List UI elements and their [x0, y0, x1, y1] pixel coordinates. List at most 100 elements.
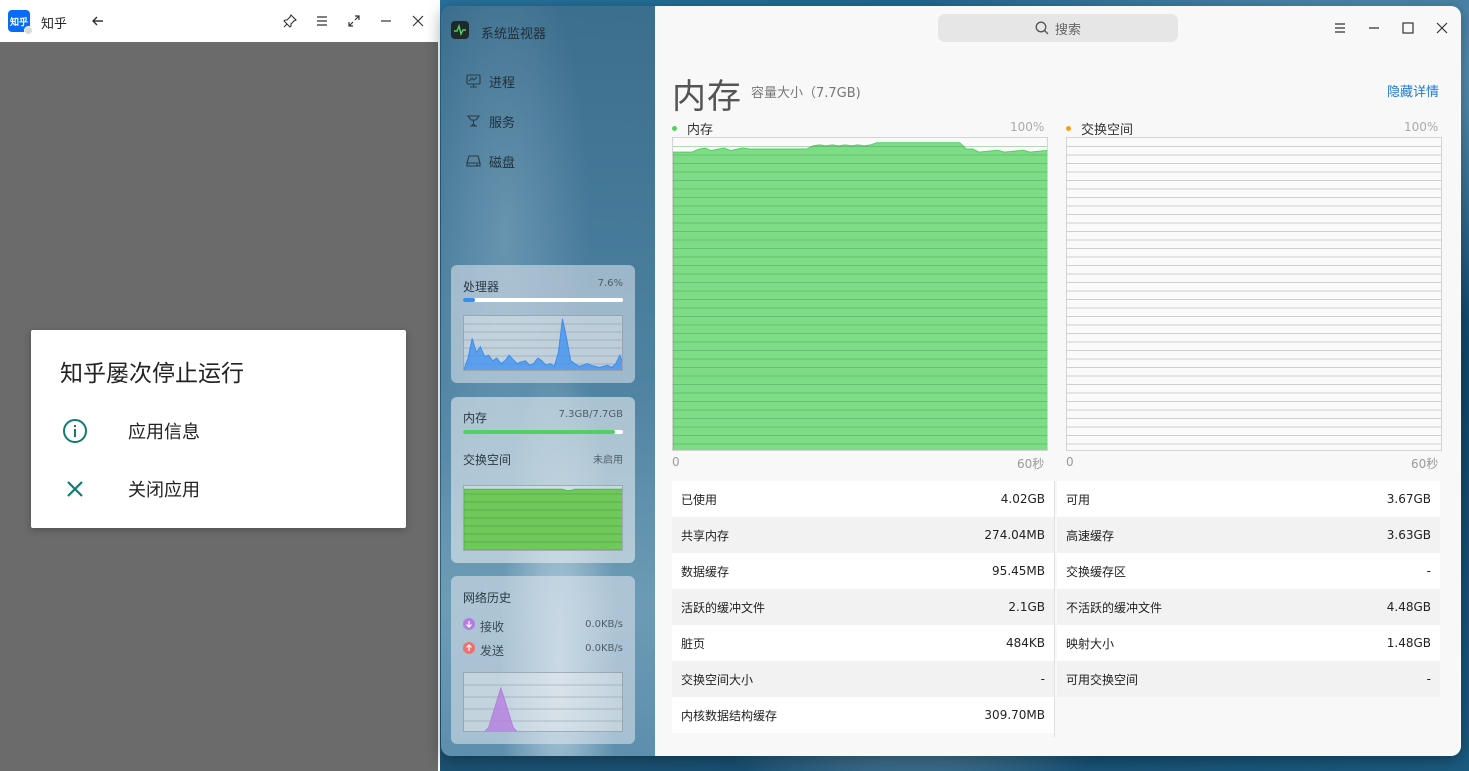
- close-window-icon[interactable]: [407, 10, 429, 32]
- stats-divider: [1054, 481, 1055, 737]
- close-icon: [62, 476, 88, 502]
- memory-legend-label: 内存: [687, 123, 714, 138]
- system-monitor-window: 系统监视器 进程 服务 磁盘 处理器 7.6% 内存 7.3GB/7.7GB 交…: [441, 6, 1461, 756]
- sidebar: 系统监视器 进程 服务 磁盘 处理器 7.6% 内存 7.3GB/7.7GB 交…: [441, 6, 655, 756]
- stat-value: 274.04MB: [898, 517, 1054, 553]
- back-arrow-icon[interactable]: [87, 10, 109, 32]
- process-icon: [465, 73, 481, 89]
- stat-value: 3.63GB: [1304, 517, 1440, 553]
- memory-card[interactable]: 内存 7.3GB/7.7GB 交换空间 未启用: [451, 397, 635, 563]
- minimize-icon[interactable]: [1362, 16, 1386, 40]
- upload-arrow-icon: [463, 642, 475, 654]
- fullscreen-icon[interactable]: [343, 10, 365, 32]
- stat-value: 3.67GB: [1304, 481, 1440, 517]
- cpu-card-value: 7.6%: [597, 278, 623, 289]
- stat-row: 已使用 4.02GB: [672, 481, 1054, 517]
- stat-value: 1.48GB: [1304, 625, 1440, 661]
- receive-label: 接收: [480, 620, 505, 634]
- swap-card-title: 交换空间: [463, 453, 512, 467]
- main-panel: 搜索 内存 容量大小（7.7GB) 隐藏详情 内存 100% 0 60秒 交换空…: [655, 6, 1461, 756]
- stat-label: 不活跃的缓冲文件: [1057, 589, 1305, 625]
- page-subtitle: 容量大小（7.7GB): [751, 86, 861, 101]
- memory-graph-legend: 内存: [672, 119, 713, 138]
- stat-label: 交换缓存区: [1057, 553, 1305, 589]
- stat-row: 内核数据结构缓存 309.70MB: [672, 697, 1054, 733]
- memory-graph-x-end: 60秒: [1017, 457, 1045, 471]
- sidebar-item-label: 进程: [489, 75, 516, 91]
- send-label: 发送: [480, 644, 505, 658]
- memory-progress-bar: [463, 430, 623, 434]
- stat-label: 脏页: [672, 625, 899, 661]
- memory-mini-graph: [463, 485, 623, 551]
- search-placeholder: 搜索: [1054, 22, 1081, 38]
- swap-legend-label: 交换空间: [1081, 123, 1134, 138]
- stat-row: 数据缓存 95.45MB: [672, 553, 1054, 589]
- sidebar-item-process[interactable]: 进程: [465, 69, 645, 93]
- cpu-mini-graph: [463, 315, 623, 371]
- minimize-icon[interactable]: [375, 10, 397, 32]
- swap-graph-legend: 交换空间: [1066, 119, 1133, 138]
- stat-value: 484KB: [898, 625, 1054, 661]
- stat-label: 映射大小: [1057, 625, 1305, 661]
- close-window-icon[interactable]: [1430, 16, 1454, 40]
- stat-label: 已使用: [672, 481, 899, 517]
- cpu-usage-area: [464, 318, 622, 370]
- stat-label: 数据缓存: [672, 553, 899, 589]
- network-receive-area: [484, 686, 518, 731]
- send-value: 0.0KB/s: [585, 643, 623, 654]
- stat-label: 活跃的缓冲文件: [672, 589, 899, 625]
- cpu-card[interactable]: 处理器 7.6%: [451, 265, 635, 383]
- swap-graph-max: 100%: [1404, 120, 1439, 134]
- receive-value: 0.0KB/s: [585, 619, 623, 630]
- stat-row: 交换空间大小 -: [672, 661, 1054, 697]
- crash-dialog: 知乎屡次停止运行 应用信息 关闭应用: [31, 330, 406, 528]
- memory-card-title: 内存: [463, 411, 488, 425]
- app-info-button[interactable]: 应用信息: [31, 403, 406, 459]
- pin-icon[interactable]: [279, 10, 301, 32]
- stat-value: -: [1304, 553, 1440, 589]
- stat-label: 高速缓存: [1057, 517, 1305, 553]
- stat-value: 2.1GB: [898, 589, 1054, 625]
- stat-value: 4.48GB: [1304, 589, 1440, 625]
- stat-row: 交换缓存区 -: [1057, 553, 1440, 589]
- sidebar-item-service[interactable]: 服务: [465, 109, 645, 133]
- swap-card-value: 未启用: [593, 455, 623, 466]
- sidebar-item-disk[interactable]: 磁盘: [465, 149, 645, 173]
- close-app-button[interactable]: 关闭应用: [31, 461, 406, 517]
- sidebar-item-label: 服务: [489, 115, 516, 131]
- memory-stats-left: 已使用 4.02GB 共享内存 274.04MB 数据缓存 95.45MB 活跃的缓冲文件 2…: [672, 481, 1054, 733]
- cpu-card-title: 处理器: [463, 280, 500, 294]
- sidebar-item-label: 磁盘: [489, 155, 516, 171]
- disk-icon: [465, 153, 481, 169]
- service-icon: [465, 113, 481, 129]
- page-title: 内存: [672, 77, 742, 117]
- stat-row: 可用 3.67GB: [1057, 481, 1440, 517]
- network-card-title: 网络历史: [463, 591, 512, 605]
- memory-stats-right: 可用 3.67GB 高速缓存 3.63GB 交换缓存区 - 不活跃的缓冲文件 4.48GB 映射…: [1057, 481, 1440, 697]
- close-app-label: 关闭应用: [128, 480, 200, 501]
- swap-graph-x-start: 0: [1066, 455, 1074, 469]
- zhihu-window: 知乎 知乎 知乎屡次停止运行 应用信息 关闭应用: [0, 0, 440, 771]
- swap-graph: [1066, 137, 1442, 451]
- swap-legend-dot: [1066, 126, 1071, 131]
- stat-row: 活跃的缓冲文件 2.1GB: [672, 589, 1054, 625]
- stat-row: 不活跃的缓冲文件 4.48GB: [1057, 589, 1440, 625]
- download-arrow-icon: [463, 618, 475, 630]
- app-info-label: 应用信息: [128, 422, 200, 443]
- memory-card-value: 7.3GB/7.7GB: [558, 409, 623, 420]
- zhihu-window-title: 知乎: [41, 17, 68, 32]
- hide-details-link[interactable]: 隐藏详情: [1387, 81, 1439, 100]
- search-input[interactable]: 搜索: [938, 14, 1178, 42]
- system-monitor-app-icon: [451, 21, 469, 39]
- stat-label: 可用: [1057, 481, 1305, 517]
- zhihu-logo-icon: 知乎: [8, 10, 33, 35]
- stat-row: 映射大小 1.48GB: [1057, 625, 1440, 661]
- network-card[interactable]: 网络历史 接收 0.0KB/s 发送 0.0KB/s: [451, 576, 635, 744]
- maximize-icon[interactable]: [1396, 16, 1420, 40]
- stat-label: 可用交换空间: [1057, 661, 1305, 697]
- menu-icon[interactable]: [311, 10, 333, 32]
- stat-row: 共享内存 274.04MB: [672, 517, 1054, 553]
- stat-row: 脏页 484KB: [672, 625, 1054, 661]
- menu-icon[interactable]: [1328, 16, 1352, 40]
- stat-value: 309.70MB: [898, 697, 1054, 733]
